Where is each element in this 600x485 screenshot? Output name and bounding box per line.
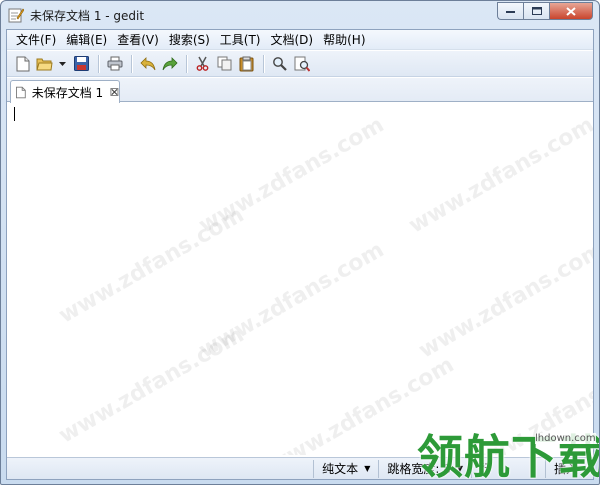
menu-bar: 文件(F) 编辑(E) 查看(V) 搜索(S) 工具(T) 文档(D) 帮助(H… bbox=[7, 30, 593, 50]
client-area: 文件(F) 编辑(E) 查看(V) 搜索(S) 工具(T) 文档(D) 帮助(H… bbox=[6, 29, 594, 480]
watermark: www.zdfans.com bbox=[404, 112, 593, 239]
toolbar-separator bbox=[263, 54, 264, 73]
gedit-app-icon bbox=[8, 8, 24, 23]
menu-search[interactable]: 搜索(S) bbox=[164, 31, 215, 48]
document-tab-label: 未保存文档 1 bbox=[31, 85, 104, 100]
window-title: 未保存文档 1 - gedit bbox=[30, 8, 145, 23]
find-icon bbox=[273, 57, 287, 71]
language-selector[interactable]: 纯文本 ▼ bbox=[313, 459, 378, 478]
menu-edit[interactable]: 编辑(E) bbox=[61, 31, 112, 48]
window-controls bbox=[497, 2, 593, 20]
redo-button[interactable] bbox=[159, 53, 180, 74]
undo-icon bbox=[139, 56, 155, 70]
minimize-button[interactable] bbox=[497, 2, 523, 20]
new-document-icon bbox=[16, 56, 29, 71]
document-icon bbox=[16, 86, 26, 98]
cut-icon bbox=[196, 56, 209, 71]
print-icon bbox=[107, 56, 122, 71]
tab-close-icon[interactable] bbox=[110, 87, 119, 97]
new-document-button[interactable] bbox=[12, 53, 33, 74]
find-replace-icon bbox=[294, 56, 310, 72]
chevron-down-icon: ▼ bbox=[364, 464, 371, 473]
print-button[interactable] bbox=[104, 53, 125, 74]
save-button[interactable] bbox=[71, 53, 92, 74]
watermark: www.zdfans.com bbox=[54, 322, 249, 449]
copy-button[interactable] bbox=[214, 53, 235, 74]
minimize-icon bbox=[506, 10, 515, 13]
open-recent-dropdown[interactable] bbox=[56, 53, 68, 74]
close-icon bbox=[566, 6, 576, 16]
text-caret bbox=[14, 107, 15, 121]
open-folder-icon bbox=[36, 58, 53, 70]
menu-help[interactable]: 帮助(H) bbox=[318, 31, 370, 48]
document-tab-bar: 未保存文档 1 bbox=[7, 78, 593, 103]
title-bar[interactable]: 未保存文档 1 - gedit bbox=[1, 1, 599, 29]
copy-icon bbox=[217, 56, 232, 71]
language-label: 纯文本 bbox=[322, 462, 359, 476]
save-icon bbox=[74, 56, 89, 71]
text-editor-area[interactable]: www.zdfans.com www.zdfans.com www.zdfans… bbox=[7, 103, 593, 455]
menu-tools[interactable]: 工具(T) bbox=[215, 31, 266, 48]
undo-button[interactable] bbox=[137, 53, 158, 74]
dropdown-arrow-icon bbox=[58, 61, 66, 66]
status-message-area bbox=[7, 458, 313, 479]
toolbar-separator bbox=[131, 54, 132, 73]
paste-button[interactable] bbox=[236, 53, 257, 74]
brand-url: lhdown.com bbox=[535, 433, 596, 444]
watermark: www.zdfans.com bbox=[414, 237, 593, 364]
document-tab[interactable]: 未保存文档 1 bbox=[10, 80, 120, 103]
toolbar-separator bbox=[98, 54, 99, 73]
maximize-icon bbox=[531, 7, 542, 15]
menu-file[interactable]: 文件(F) bbox=[11, 31, 61, 48]
toolbar-separator bbox=[186, 54, 187, 73]
close-button[interactable] bbox=[549, 2, 593, 20]
open-button[interactable] bbox=[34, 53, 55, 74]
cut-button[interactable] bbox=[192, 53, 213, 74]
menu-documents[interactable]: 文档(D) bbox=[266, 31, 319, 48]
maximize-button[interactable] bbox=[523, 2, 549, 20]
redo-icon bbox=[162, 56, 178, 70]
menu-view[interactable]: 查看(V) bbox=[112, 31, 164, 48]
toolbar bbox=[7, 51, 593, 77]
paste-icon bbox=[239, 56, 254, 71]
find-button[interactable] bbox=[269, 53, 290, 74]
watermark: www.zdfans.com bbox=[194, 112, 389, 239]
find-replace-button[interactable] bbox=[291, 53, 312, 74]
gedit-window: 未保存文档 1 - gedit 文件(F) 编辑(E) 查看(V) 搜索(S) … bbox=[0, 0, 600, 485]
